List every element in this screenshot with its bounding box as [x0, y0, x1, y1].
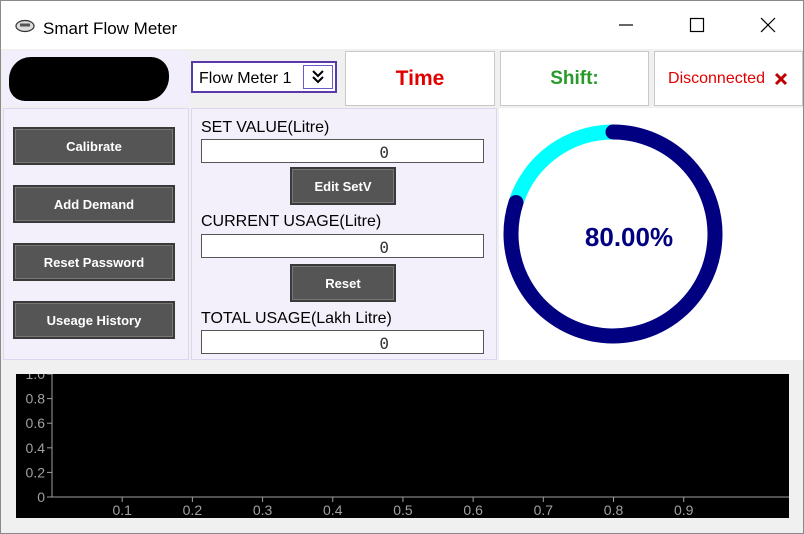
y-tick-label: 0 — [37, 489, 45, 505]
current-usage-number: 0 — [379, 238, 389, 257]
time-display: Time — [345, 51, 495, 106]
maximize-icon[interactable] — [687, 15, 707, 35]
x-tick-label: 0.1 — [112, 502, 132, 518]
close-icon[interactable] — [758, 15, 778, 35]
gauge-panel: 80.00% — [499, 108, 803, 360]
set-value-label: SET VALUE(Litre) — [201, 119, 330, 136]
y-tick-label: 1.0 — [26, 374, 46, 382]
progress-ring-remaining — [508, 124, 614, 205]
current-usage-label: CURRENT USAGE(Litre) — [201, 213, 382, 230]
x-tick-label: 0.4 — [323, 502, 343, 518]
sidebar: Calibrate Add Demand Reset Password Usea… — [3, 108, 189, 360]
x-tick-label: 0.3 — [253, 502, 273, 518]
time-label: Time — [395, 66, 445, 90]
total-usage-number: 0 — [379, 334, 389, 353]
flow-meter-select[interactable]: Flow Meter 1 — [191, 61, 337, 93]
logo-area — [3, 51, 189, 106]
shift-display: Shift: — [500, 51, 649, 106]
connection-status-text: Disconnected — [668, 69, 765, 87]
minimize-icon[interactable] — [616, 15, 636, 35]
gauge-percent: 80.00% — [584, 222, 674, 252]
title-bar: Smart Flow Meter — [1, 1, 803, 49]
x-tick-label: 0.7 — [534, 502, 554, 518]
flow-meter-select-value: Flow Meter 1 — [199, 70, 292, 87]
set-value-display: 0 — [201, 139, 484, 163]
company-logo — [9, 57, 169, 101]
y-tick-label: 0.8 — [26, 391, 46, 407]
shift-label: Shift: — [550, 67, 599, 89]
y-tick-label: 0.6 — [26, 415, 46, 431]
x-tick-label: 0.6 — [463, 502, 483, 518]
app-window: Smart Flow Meter Flow Meter 1 Time Shift… — [0, 0, 804, 534]
x-icon — [774, 72, 788, 85]
usage-panel: SET VALUE(Litre) 0 Edit SetV CURRENT USA… — [191, 108, 497, 360]
plot-canvas: 0 0.2 0.4 0.6 0.8 1.0 0.1 0.2 0.3 0.4 0.5 0.6 0.7 0.8… — [26, 366, 789, 518]
x-tick-label: 0.8 — [604, 502, 624, 518]
x-tick-label: 0.2 — [183, 502, 203, 518]
connection-status: Disconnected — [654, 51, 803, 106]
add-demand-button[interactable]: Add Demand — [13, 185, 175, 223]
calibrate-button[interactable]: Calibrate — [13, 127, 175, 165]
usage-plot: 0 0.2 0.4 0.6 0.8 1.0 0.1 0.2 0.3 0.4 0.5 0.6 0.7 0.8… — [16, 366, 789, 518]
total-usage-display: 0 — [201, 330, 484, 354]
double-chevron-down-icon — [312, 70, 324, 84]
set-value-number: 0 — [379, 143, 389, 162]
current-usage-display: 0 — [201, 234, 484, 258]
y-tick-label: 0.2 — [26, 464, 46, 480]
reset-button[interactable]: Reset — [290, 264, 396, 302]
dropdown-button[interactable] — [303, 65, 333, 89]
x-tick-label: 0.9 — [674, 502, 694, 518]
x-tick-label: 0.5 — [393, 502, 413, 518]
reset-password-button[interactable]: Reset Password — [13, 243, 175, 281]
total-usage-label: TOTAL USAGE(Lakh Litre) — [201, 310, 392, 327]
edit-setv-button[interactable]: Edit SetV — [290, 167, 396, 205]
app-icon — [15, 19, 35, 33]
usage-history-button[interactable]: Useage History — [13, 301, 175, 339]
y-tick-label: 0.4 — [26, 440, 46, 456]
window-title: Smart Flow Meter — [43, 19, 178, 38]
